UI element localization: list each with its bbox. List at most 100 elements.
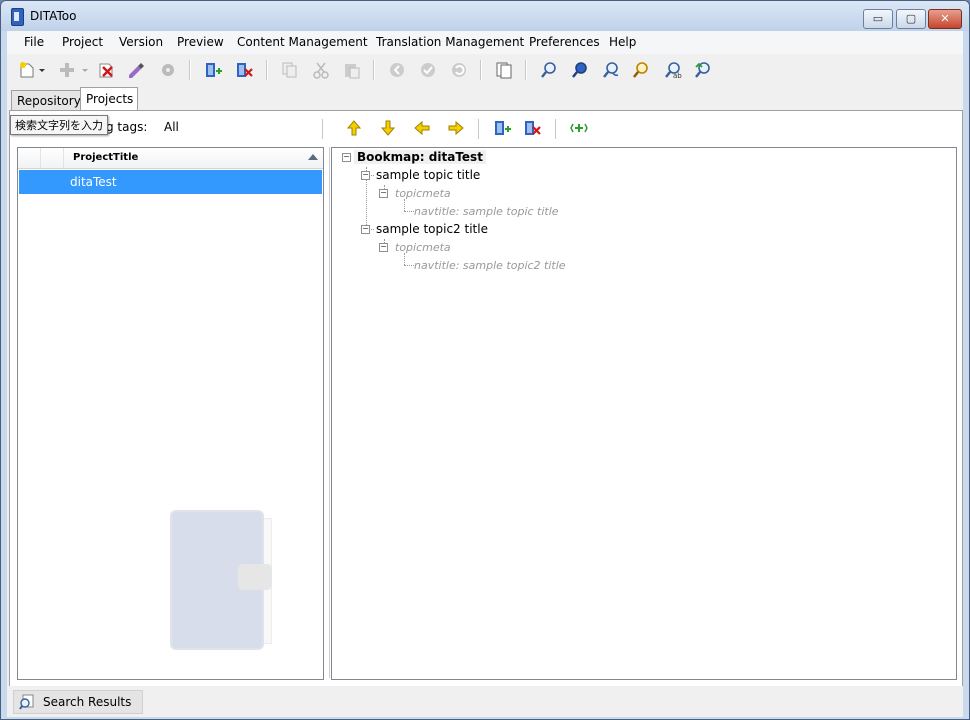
delete-button[interactable] [94,58,118,82]
table-row[interactable]: ditaTest [19,170,322,194]
copy-button[interactable] [278,58,302,82]
move-left-button[interactable] [410,116,434,140]
insert-element-icon [570,123,588,133]
collapse-toggle[interactable]: − [379,243,388,252]
book-remove-icon [525,121,541,135]
menu-translation-management[interactable]: Translation Management [376,35,524,49]
filter-tags-value[interactable]: All [164,120,179,134]
paste-icon [345,64,360,79]
check-out-button[interactable] [385,58,409,82]
toolbar-separator [373,60,375,80]
add-to-repository-button[interactable] [201,58,225,82]
search-repository-button[interactable] [568,58,592,82]
toolbar-separator [480,60,482,80]
maximize-button[interactable]: ▢ [896,9,926,29]
book-watermark-icon [170,510,274,650]
check-in-button[interactable] [416,58,440,82]
projects-panel: 検索文字列を入力 g tags: All ProjectTitle ditaTe… [9,110,963,687]
search-replace-button[interactable]: ab [661,58,685,82]
menu-version[interactable]: Version [119,35,163,49]
app-window: DITAToo ▭ ▢ ✕ File Project Version Previ… [0,0,970,720]
header-column[interactable] [41,148,64,168]
menu-file[interactable]: File [24,35,44,49]
project-list: ProjectTitle ditaTest [17,147,324,680]
tree-node-navtitle[interactable]: navtitle: sample topic title [414,205,559,218]
panel-splitter[interactable] [329,147,330,678]
arrow-right-icon [448,120,464,136]
menu-help[interactable]: Help [609,35,636,49]
settings-button[interactable] [156,58,180,82]
insert-element-button[interactable] [567,116,591,140]
project-list-header: ProjectTitle [18,148,323,169]
sort-ascending-icon[interactable] [308,154,318,160]
move-up-button[interactable] [342,116,366,140]
undo-icon [452,63,466,77]
tree-guide-line [404,199,405,211]
menu-content-management[interactable]: Content Management [237,35,368,49]
tree-node-topicmeta[interactable]: topicmeta [395,241,451,254]
search-green-button[interactable] [691,58,715,82]
move-right-button[interactable] [444,116,468,140]
paste-button[interactable] [340,58,364,82]
new-dropdown-button[interactable] [36,58,46,82]
edit-button[interactable] [124,58,148,82]
add-dropdown-button[interactable] [79,58,89,82]
svg-text:ab: ab [673,72,682,79]
tree-node-topic[interactable]: sample topic2 title [376,222,488,236]
title-bar[interactable]: DITAToo ▭ ▢ ✕ [1,1,969,31]
search-user-button[interactable] [629,58,653,82]
collapse-toggle[interactable]: − [379,189,388,198]
search-user-icon [633,62,648,78]
tab-repository[interactable]: Repository [11,90,83,111]
plus-icon [60,63,74,77]
search-refresh-icon [603,62,619,78]
search-replace-icon: ab [665,62,682,79]
move-down-button[interactable] [376,116,400,140]
search-next-icon [695,62,710,78]
header-column[interactable] [18,148,41,168]
app-logo-icon [11,8,24,26]
copy-icon [282,62,297,78]
arrow-up-icon [346,120,362,136]
pages-icon [496,62,512,79]
search-refresh-button[interactable] [599,58,623,82]
tab-projects[interactable]: Projects [80,87,138,111]
collapse-toggle[interactable]: − [342,153,351,162]
search-results-tab[interactable]: Search Results [13,690,143,714]
remove-topic-button[interactable] [520,116,544,140]
filter-separator [322,119,324,139]
book-add-icon [206,63,222,77]
versions-button[interactable] [492,58,516,82]
bookmap-tree: − Bookmap: ditaTest − sample topic title… [331,147,957,680]
tree-node-navtitle[interactable]: navtitle: sample topic2 title [414,259,566,272]
tree-node-root[interactable]: Bookmap: ditaTest [354,150,486,164]
column-header-project-title[interactable]: ProjectTitle [73,152,138,163]
toolbar-separator [189,60,191,80]
undo-checkout-button[interactable] [447,58,471,82]
arrow-down-icon [380,120,396,136]
gear-icon [162,64,174,76]
collapse-toggle[interactable]: − [361,171,370,180]
tree-toolbar-separator [555,119,557,139]
new-document-icon [20,62,34,78]
menu-preferences[interactable]: Preferences [529,35,600,49]
remove-from-repository-button[interactable] [232,58,256,82]
add-button[interactable] [55,58,79,82]
tree-node-topic[interactable]: sample topic title [376,168,480,182]
check-icon [421,63,435,77]
search-tooltip: 検索文字列を入力 [10,115,108,135]
tree-node-topicmeta[interactable]: topicmeta [395,187,451,200]
tree-guide-line [404,253,405,265]
close-button[interactable]: ✕ [928,9,962,29]
search-repository-icon [572,62,587,78]
minimize-button[interactable]: ▭ [863,9,893,29]
menu-preview[interactable]: Preview [177,35,224,49]
add-topic-button[interactable] [490,116,514,140]
collapse-toggle[interactable]: − [361,225,370,234]
status-bar: Search Results [7,686,963,717]
menu-project[interactable]: Project [62,35,103,49]
filter-tags-label: g tags: [106,120,148,134]
tree-toolbar-separator [478,119,480,139]
cut-button[interactable] [309,58,333,82]
search-button[interactable] [537,58,561,82]
